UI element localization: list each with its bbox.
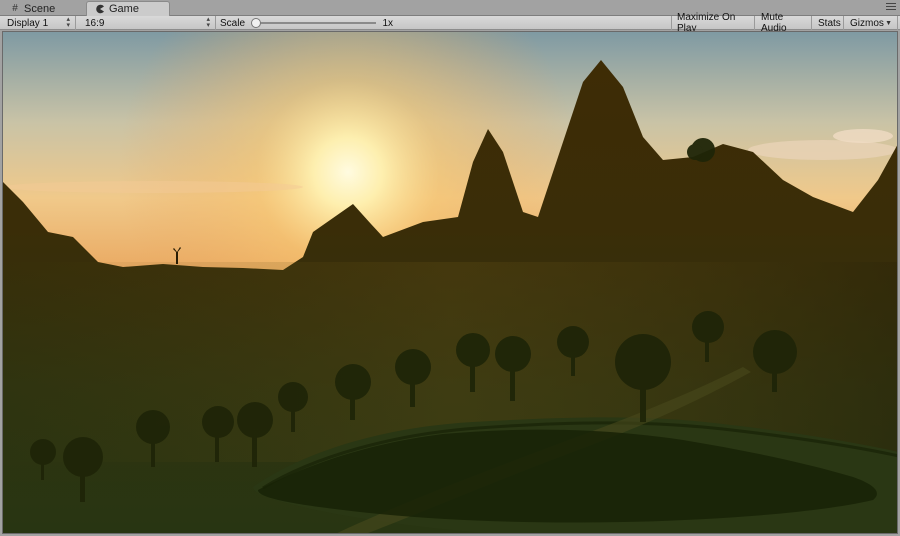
stats-label: Stats (818, 17, 841, 29)
aspect-dropdown-label: 16:9 (85, 17, 105, 29)
game-view-toolbar: Display 1 ▴ ▾ 16:9 ▴ ▾ Scale 1x Maximize O… (0, 12, 900, 34)
game-viewport[interactable] (2, 31, 898, 534)
tab-game[interactable]: Game (86, 1, 170, 16)
grid-icon: # (12, 3, 18, 14)
tab-scene[interactable]: # Scene (2, 1, 84, 16)
scale-slider[interactable] (251, 18, 377, 28)
chevron-down-icon: ▼ (885, 19, 892, 27)
gizmos-dropdown[interactable]: Gizmos ▼ (845, 16, 898, 30)
display-dropdown-label: Display 1 (7, 17, 49, 29)
display-dropdown[interactable]: Display 1 ▴ ▾ (2, 16, 76, 30)
maximize-on-play-toggle[interactable]: Maximize On Play (671, 12, 755, 34)
window-menu-icon[interactable] (886, 3, 896, 13)
stats-toggle[interactable]: Stats (813, 16, 844, 30)
gizmos-label: Gizmos (850, 17, 884, 29)
scale-label: Scale (220, 17, 246, 29)
scale-control: Scale 1x (218, 16, 398, 30)
pacman-icon (95, 4, 105, 14)
scale-slider-thumb[interactable] (251, 18, 262, 28)
aspect-dropdown[interactable]: 16:9 ▴ ▾ (80, 16, 216, 30)
updown-arrows-icon: ▴ ▾ (206, 16, 210, 29)
rendered-scene (3, 32, 897, 533)
tab-scene-label: Scene (24, 2, 56, 15)
updown-arrows-icon: ▴ ▾ (66, 16, 70, 29)
mute-audio-toggle[interactable]: Mute Audio (756, 12, 812, 34)
tab-game-label: Game (109, 3, 139, 15)
scale-value: 1x (382, 17, 393, 29)
